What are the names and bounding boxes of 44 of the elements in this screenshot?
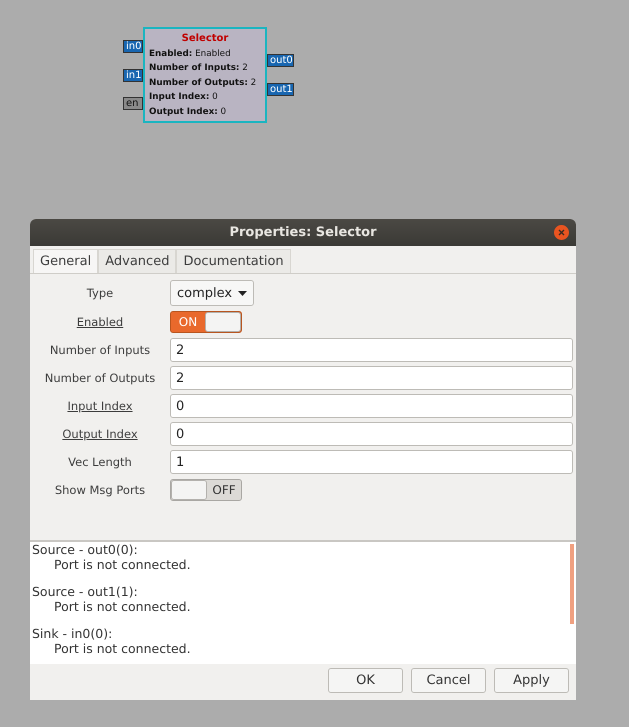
output-port[interactable]: out0 — [267, 54, 294, 67]
field-label: Vec Length — [67, 454, 133, 471]
tab[interactable]: Documentation — [176, 248, 291, 274]
log-message: Port is not connected. — [53, 599, 192, 614]
tab[interactable]: Advanced — [98, 248, 176, 274]
close-icon — [558, 229, 565, 236]
block-parameter: Enabled: Enabled — [149, 48, 232, 60]
output-port[interactable]: out1 — [267, 83, 294, 96]
text-field[interactable]: 1 — [170, 450, 573, 474]
field-label: Enabled — [76, 314, 124, 331]
field-label: Show Msg Ports — [54, 482, 146, 499]
field-label: Number of Inputs — [48, 342, 152, 359]
scrollbar-thumb[interactable] — [570, 544, 574, 624]
block-parameter: Input Index: 0 — [149, 91, 219, 104]
field-label: Type — [86, 284, 114, 302]
block-title: Selector — [180, 32, 230, 46]
field-label: Input Index — [66, 398, 134, 415]
close-button[interactable] — [554, 225, 569, 240]
block-parameter: Number of Inputs: 2 — [149, 62, 249, 75]
field-label: Output Index — [61, 426, 139, 443]
block-node[interactable]: Selector Enabled: Enabled Number of Inputs: 2 Number of Outputs: 2 Input Index: 0 Output Index: 0 — [143, 27, 267, 123]
toggle-switch[interactable]: OFF — [170, 479, 242, 502]
log-heading: Source - out0(0): — [32, 542, 139, 558]
block-parameter: Number of Outputs: 2 — [149, 76, 258, 90]
log-heading: Source - out1(1): — [32, 584, 139, 600]
tab[interactable]: General — [33, 248, 98, 274]
log-message: Port is not connected. — [53, 641, 192, 656]
input-port[interactable]: in1 — [123, 68, 143, 82]
dialog-button[interactable]: Apply — [494, 668, 569, 693]
text-field[interactable]: 2 — [170, 366, 573, 390]
dialog-button[interactable]: OK — [328, 668, 403, 693]
caret-icon — [238, 290, 248, 296]
text-field[interactable]: 2 — [170, 338, 573, 362]
block-parameter: Output Index: 0 — [149, 106, 228, 118]
log-heading: Sink - in0(0): — [32, 626, 114, 642]
dialog-button[interactable]: Cancel — [411, 668, 486, 693]
input-port[interactable]: in0 — [123, 40, 143, 53]
text-field[interactable]: 0 — [170, 394, 573, 418]
window-title: Properties: Selector — [229, 224, 377, 242]
log-message: Port is not connected. — [53, 557, 192, 572]
dropdown[interactable]: complex — [170, 280, 254, 306]
field-label: Number of Outputs — [44, 370, 156, 387]
input-port[interactable]: en — [123, 97, 143, 110]
text-field[interactable]: 0 — [170, 422, 573, 446]
